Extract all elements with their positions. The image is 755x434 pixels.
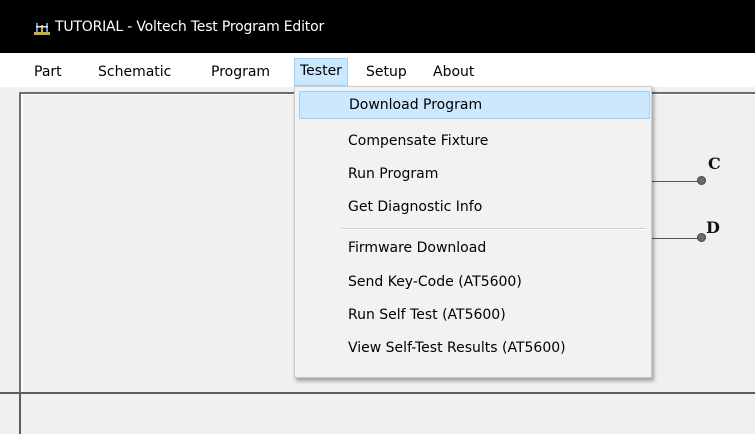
menu-item-run-program[interactable]: Run Program: [297, 160, 647, 188]
menu-separator: [342, 228, 646, 230]
tester-dropdown-menu: Download Program Compensate Fixture Run …: [294, 86, 652, 378]
menu-item-label: Run Program: [348, 166, 439, 182]
menu-item-run-self-test[interactable]: Run Self Test (AT5600): [297, 301, 647, 329]
node-d-label: D: [706, 218, 720, 237]
menu-part[interactable]: Part: [29, 59, 67, 85]
window-title: TUTORIAL - Voltech Test Program Editor: [55, 19, 324, 35]
menu-item-label: Send Key-Code (AT5600): [348, 274, 522, 290]
menu-item-firmware-download[interactable]: Firmware Download: [297, 234, 647, 262]
node-c-label: C: [708, 154, 721, 173]
menu-about[interactable]: About: [428, 59, 479, 85]
menu-item-download-program[interactable]: Download Program: [299, 91, 650, 119]
menu-program[interactable]: Program: [206, 59, 275, 85]
wire-c: [650, 181, 704, 182]
menu-item-label: Get Diagnostic Info: [348, 199, 483, 215]
menu-item-label: Compensate Fixture: [348, 133, 489, 149]
menu-item-view-self-test-results[interactable]: View Self-Test Results (AT5600): [297, 334, 647, 362]
menu-item-label: Run Self Test (AT5600): [348, 307, 506, 323]
wire-d: [650, 238, 704, 239]
lower-panel: [0, 394, 755, 434]
node-c-terminal[interactable]: [697, 176, 706, 185]
menu-item-label: View Self-Test Results (AT5600): [348, 340, 566, 356]
menu-item-get-diagnostic-info[interactable]: Get Diagnostic Info: [297, 193, 647, 221]
menu-item-label: Download Program: [349, 97, 483, 113]
node-d-terminal[interactable]: [697, 233, 706, 242]
lower-panel-left-border: [19, 394, 21, 434]
menu-setup[interactable]: Setup: [361, 59, 412, 85]
menu-item-label: Firmware Download: [348, 240, 487, 256]
menu-item-compensate-fixture[interactable]: Compensate Fixture: [297, 127, 647, 155]
menu-item-send-key-code[interactable]: Send Key-Code (AT5600): [297, 268, 647, 296]
voltech-app-icon: [34, 23, 50, 35]
menu-schematic[interactable]: Schematic: [93, 59, 176, 85]
menu-bar: Part Schematic Program Tester Setup Abou…: [0, 53, 755, 88]
menu-tester[interactable]: Tester: [294, 58, 348, 86]
title-bar: TUTORIAL - Voltech Test Program Editor: [0, 0, 755, 53]
